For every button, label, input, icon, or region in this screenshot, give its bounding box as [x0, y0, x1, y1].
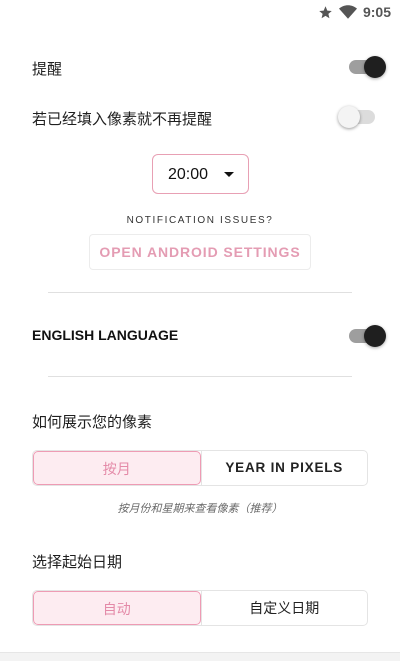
- notification-issues-caption: NOTIFICATION ISSUES?: [126, 215, 274, 226]
- reminder-label: 提醒: [32, 61, 63, 78]
- display-mode-selector: 按月 YEAR IN PIXELS: [32, 450, 368, 486]
- start-date-custom-option[interactable]: 自定义日期: [200, 591, 368, 625]
- skip-if-filled-toggle[interactable]: [338, 104, 376, 130]
- divider: [48, 292, 352, 293]
- display-mode-year-in-pixels-option[interactable]: YEAR IN PIXELS: [200, 451, 368, 485]
- reminder-toggle[interactable]: [348, 54, 386, 80]
- english-language-toggle[interactable]: [348, 323, 386, 349]
- display-mode-title: 如何展示您的像素: [32, 414, 153, 431]
- status-bar: 9:05: [0, 0, 400, 24]
- display-mode-hint: 按月份和星期来查看像素（推荐）: [117, 503, 283, 515]
- english-language-label: ENGLISH LANGUAGE: [32, 327, 179, 343]
- status-icons: 9:05: [318, 4, 391, 20]
- open-android-settings-button[interactable]: OPEN ANDROID SETTINGS: [89, 234, 311, 270]
- bottom-edge: [0, 652, 400, 661]
- dropdown-arrow-icon: [224, 172, 234, 177]
- skip-if-filled-label: 若已经填入像素就不再提醒: [32, 111, 213, 128]
- reminder-time-dropdown[interactable]: 20:00: [152, 154, 249, 194]
- skip-if-filled-toggle-thumb: [338, 106, 360, 128]
- wifi-icon: [338, 5, 357, 19]
- reminder-toggle-thumb: [364, 56, 386, 78]
- english-language-toggle-thumb: [364, 325, 386, 347]
- reminder-time-value: 20:00: [168, 166, 209, 183]
- star-icon: [318, 5, 333, 20]
- status-time: 9:05: [362, 4, 391, 20]
- start-date-title: 选择起始日期: [32, 554, 123, 571]
- start-date-auto-option[interactable]: 自动: [33, 591, 201, 625]
- display-mode-monthly-option[interactable]: 按月: [33, 451, 201, 485]
- divider: [48, 376, 352, 377]
- start-date-selector: 自动 自定义日期: [32, 590, 368, 626]
